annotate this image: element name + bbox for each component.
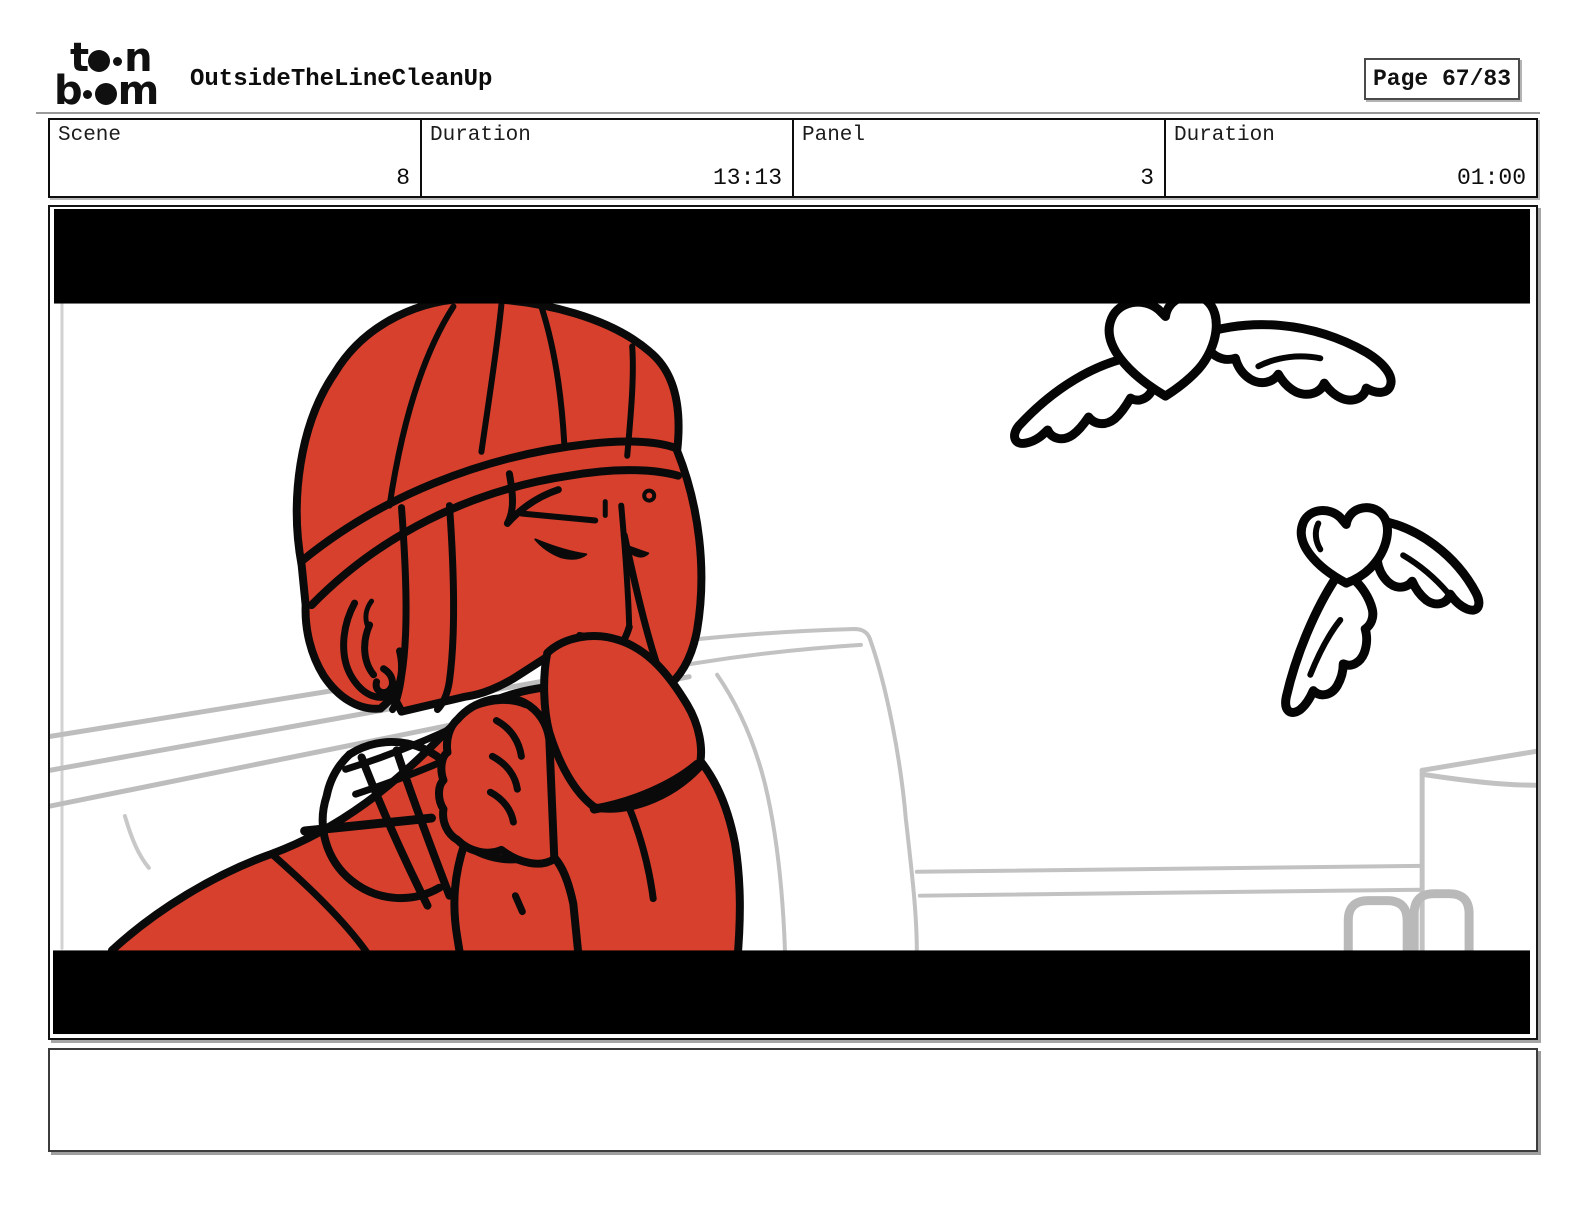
info-cell-value: 01:00 (1456, 165, 1526, 191)
logo-big-dot-icon (88, 50, 111, 72)
info-cell-label: Scene (58, 124, 122, 147)
info-cell-value: 3 (1140, 165, 1154, 191)
heart2 (1296, 503, 1392, 588)
logo-letter: m (117, 68, 160, 115)
logo-letter: b (54, 68, 83, 115)
logo-small-dot-icon (82, 90, 92, 99)
logo-small-dot-icon (113, 57, 123, 66)
info-cell-panel-duration: Duration 01:00 (1166, 120, 1536, 196)
caption-box (48, 1048, 1538, 1152)
letterbox-top-bar (53, 208, 1531, 304)
info-cell-label: Duration (430, 124, 531, 147)
info-bar: Scene 8 Duration 13:13 Panel 3 Duration … (48, 118, 1538, 198)
header-divider (36, 112, 1540, 114)
letterbox-bottom-bar (52, 950, 1531, 1035)
page-number-box: Page 67/83 (1364, 58, 1520, 100)
info-cell-label: Panel (802, 124, 866, 147)
character-figure (105, 294, 744, 968)
info-cell-scene: Scene 8 (50, 120, 422, 196)
project-title: OutsideTheLineCleanUp (190, 66, 493, 93)
storyboard-page: t n b m OutsideTheLineCleanUp Page 67/83… (0, 0, 1584, 1224)
info-cell-panel: Panel 3 (794, 120, 1166, 196)
winged-hearts (1010, 291, 1484, 717)
info-cell-scene-duration: Duration 13:13 (422, 120, 794, 196)
storyboard-panel (48, 205, 1538, 1040)
panel-artwork (50, 208, 1536, 1035)
info-cell-value: 13:13 (712, 165, 782, 191)
heart1-right-wing (1195, 320, 1396, 405)
toonboom-logo: t n b m (54, 38, 184, 115)
info-cell-label: Duration (1174, 124, 1275, 147)
logo-row-boom: b m (54, 68, 184, 115)
heart2-bottom-wing (1281, 570, 1378, 717)
logo-big-dot-icon (94, 83, 117, 105)
info-cell-value: 8 (396, 165, 410, 191)
